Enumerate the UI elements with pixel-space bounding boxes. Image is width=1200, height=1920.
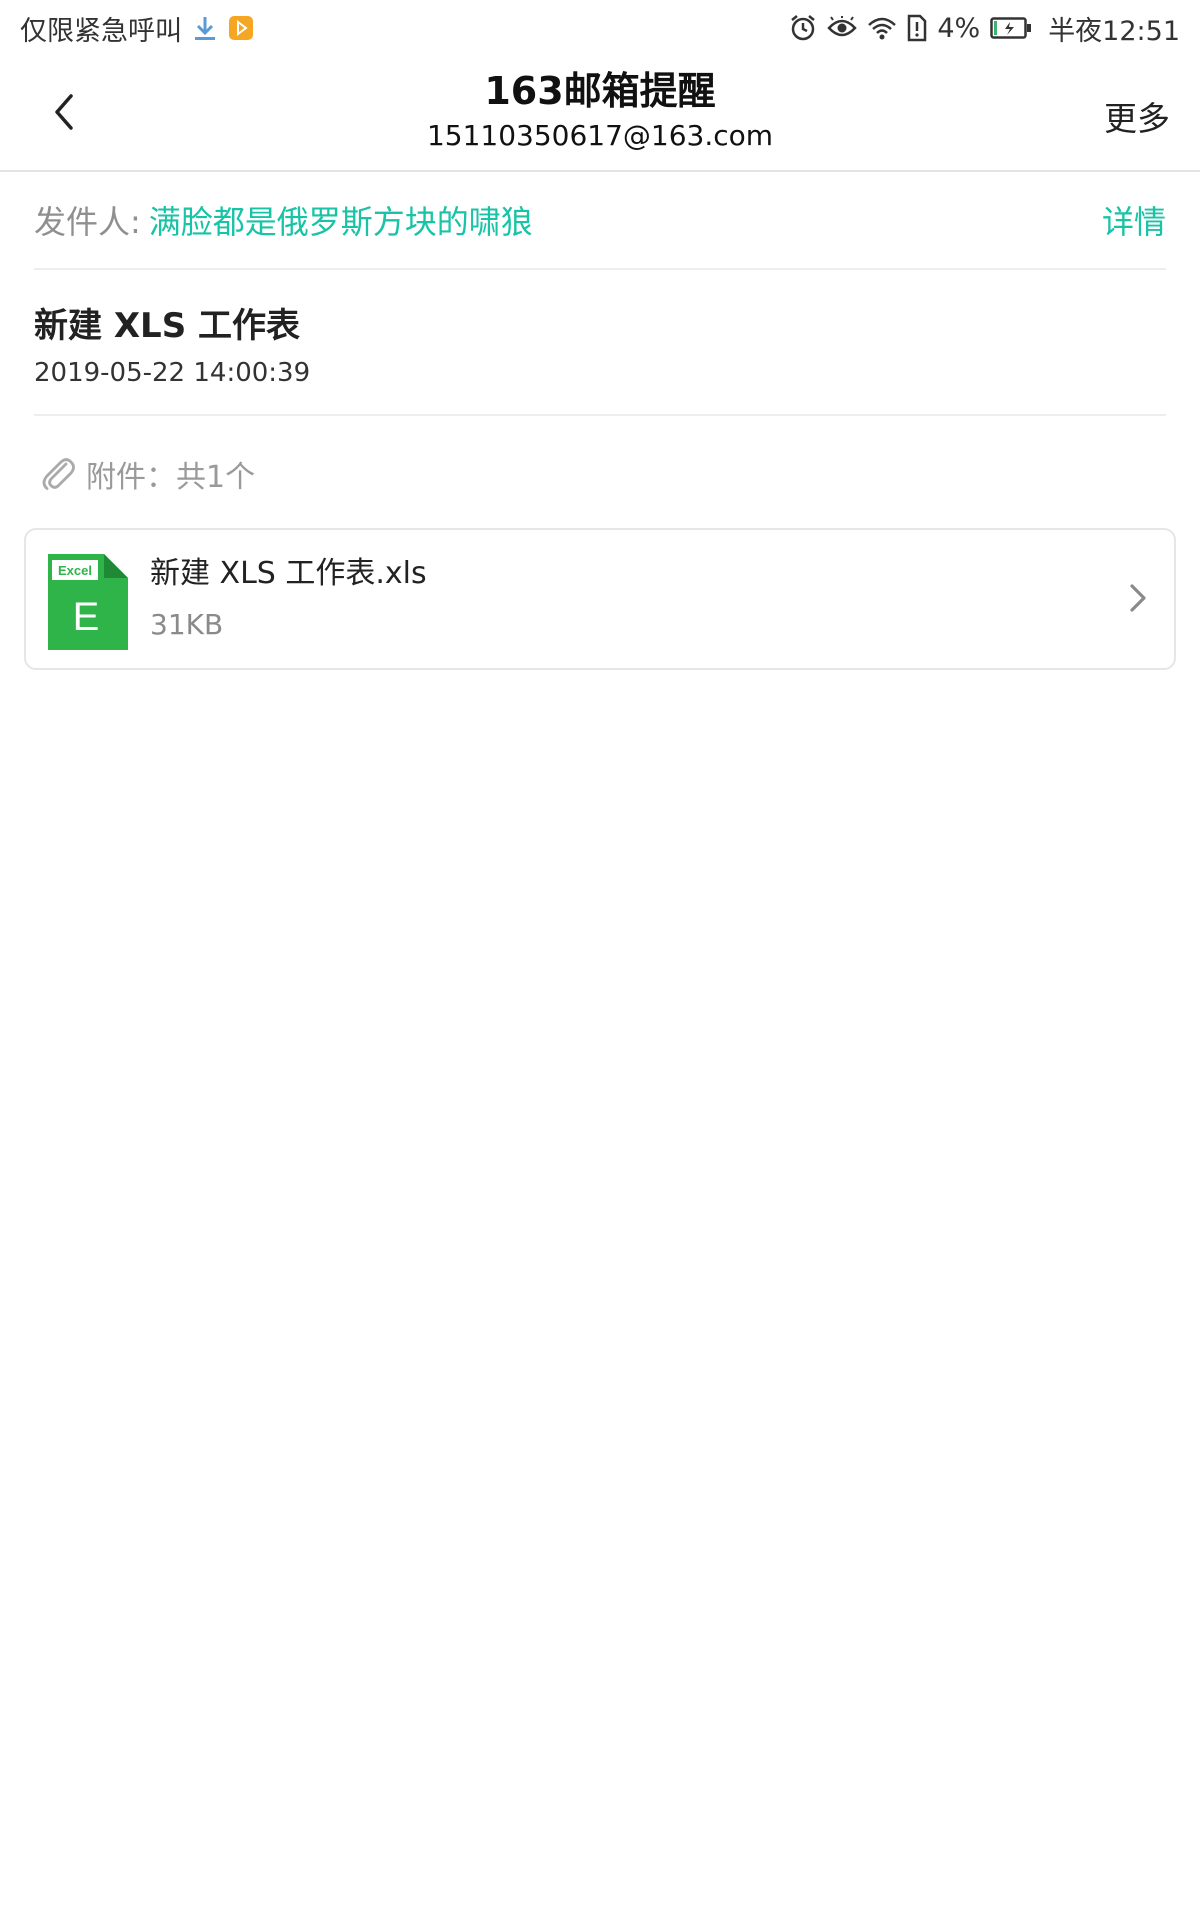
battery-percent: 4%: [937, 12, 981, 44]
wifi-icon: [867, 16, 897, 40]
sender-row: 发件人: 满脸都是俄罗斯方块的啸狼 详情: [34, 172, 1166, 270]
excel-badge-text: Excel: [58, 563, 92, 578]
excel-file-icon: Excel E: [48, 554, 128, 654]
attachments-header: 附件：共1个: [38, 446, 255, 502]
play-store-icon: [228, 15, 254, 41]
mail-subject: 新建 XLS 工作表: [34, 306, 301, 346]
paperclip-icon: [38, 454, 78, 494]
clock-time: 半夜12:51: [1048, 15, 1180, 47]
sender-info: 发件人: 满脸都是俄罗斯方块的啸狼: [34, 197, 533, 243]
alarm-icon: [789, 14, 817, 42]
mail-subject-block: 新建 XLS 工作表 2019-05-22 14:00:39: [34, 270, 1166, 416]
attachment-file-size: 31KB: [150, 608, 224, 641]
back-button[interactable]: [36, 80, 92, 144]
page-title: 163邮箱提醒: [484, 69, 716, 113]
status-bar-left: 仅限紧急呼叫: [20, 9, 254, 48]
details-link[interactable]: 详情: [1102, 197, 1166, 243]
chevron-right-icon: [1128, 582, 1148, 618]
status-bar-right: 4% 半夜12:51: [789, 9, 1180, 48]
more-button[interactable]: 更多: [1104, 92, 1170, 140]
sim-alert-icon: [907, 14, 927, 42]
attachment-file-name: 新建 XLS 工作表.xls: [150, 556, 427, 591]
attachments-count-label: 附件：共1个: [86, 460, 256, 495]
carrier-text: 仅限紧急呼叫: [20, 15, 182, 47]
excel-letter: E: [73, 595, 100, 639]
battery-charging-icon: [990, 16, 1032, 40]
download-icon: [192, 14, 218, 42]
sender-name-link[interactable]: 满脸都是俄罗斯方块的啸狼: [149, 197, 533, 243]
top-app-bar: 163邮箱提醒 15110350617@163.com 更多: [0, 56, 1200, 172]
status-bar: 仅限紧急呼叫 4% 半夜12:51: [0, 0, 1200, 56]
eye-comfort-icon: [827, 16, 858, 40]
email-detail-screen: 仅限紧急呼叫 4% 半夜12:51 163邮箱提醒 15110350617@16…: [0, 0, 1200, 1920]
back-arrow-icon: [55, 94, 73, 130]
attachment-item[interactable]: Excel E 新建 XLS 工作表.xls 31KB: [24, 528, 1176, 670]
sender-label: 发件人:: [34, 203, 141, 241]
page-subtitle-email: 15110350617@163.com: [426, 119, 774, 152]
title-block: 163邮箱提醒 15110350617@163.com: [300, 66, 900, 156]
mail-date: 2019-05-22 14:00:39: [34, 358, 311, 388]
